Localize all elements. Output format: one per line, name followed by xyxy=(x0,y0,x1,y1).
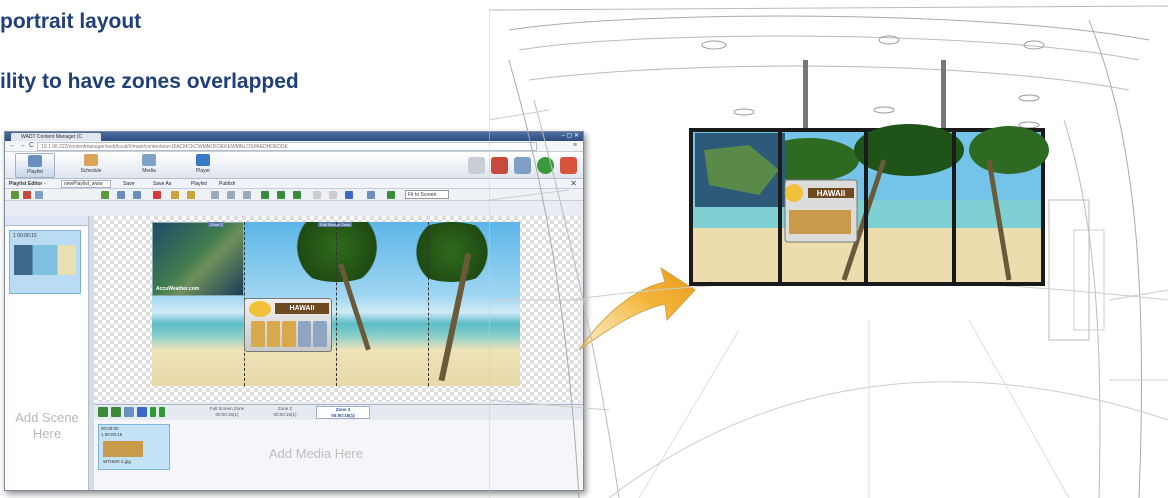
browser-tab[interactable]: WADT Content Manager (C xyxy=(11,133,101,141)
delete-zone-tool-icon[interactable] xyxy=(153,191,161,199)
undo-tool-icon[interactable] xyxy=(171,191,179,199)
scene-thumbnail xyxy=(14,245,76,275)
weather-title: HAWAII xyxy=(275,303,329,314)
heading-portrait-layout: portrait layout xyxy=(0,10,142,33)
redo-tool-icon[interactable] xyxy=(187,191,195,199)
nav-media-label: Media xyxy=(142,168,156,174)
palm-leaves xyxy=(282,222,392,282)
map-brand: AccuWeather.com xyxy=(156,286,200,292)
scene-panel-header xyxy=(5,216,88,226)
prev-zone-icon[interactable] xyxy=(150,407,156,417)
scene-item[interactable]: 1 00:00:15 xyxy=(9,230,81,294)
resolution-3-tool-icon[interactable] xyxy=(243,191,251,199)
save-as-button[interactable]: Save As xyxy=(153,179,171,189)
copy-scene-tool-icon[interactable] xyxy=(35,191,43,199)
forecast-tile xyxy=(266,321,281,347)
add-zone-tool-icon[interactable] xyxy=(101,191,109,199)
text-2-tool-icon[interactable] xyxy=(133,191,141,199)
media-time: 00:00:00 xyxy=(101,426,119,431)
next-zone-icon[interactable] xyxy=(159,407,165,417)
forecast-tile xyxy=(251,321,265,347)
add-media-placeholder[interactable]: Add Media Here xyxy=(269,446,363,461)
schedule-icon xyxy=(84,154,98,166)
zoom-tool-icon[interactable] xyxy=(367,191,375,199)
zone-tool-icons xyxy=(98,407,165,417)
sun-icon xyxy=(249,301,271,317)
media-item[interactable]: 00:00:00 1 00:00:15 WTHER-1.jpg xyxy=(98,424,170,470)
heading-zones-overlapped: ility to have zones overlapped xyxy=(0,70,299,93)
tab-full-screen-zone[interactable]: Full Screen Zone 00:00:15(1) xyxy=(200,406,254,419)
lobby-illustration: HAWAII xyxy=(489,5,1168,498)
add-scene-placeholder[interactable]: Add Scene Here xyxy=(5,410,89,442)
add-folder-icon[interactable] xyxy=(111,407,121,417)
save-button[interactable]: Save xyxy=(123,179,134,189)
zone-2-tag: Zone 2 xyxy=(208,222,225,227)
tab-zone-2[interactable]: Zone 2 00:00:15(1) xyxy=(258,406,312,419)
scene-time: 1 00:00:15 xyxy=(13,233,37,239)
playlist-name-field[interactable]: newPlaylist_www xyxy=(61,180,111,188)
media-icon xyxy=(142,154,156,166)
nav-playlist-label: Playlist xyxy=(27,169,43,175)
frame-tool-icon[interactable] xyxy=(313,191,321,199)
palm-leaves-2 xyxy=(402,222,502,282)
forecast-tile xyxy=(313,321,327,347)
scene-panel: 1 00:00:15 Add Scene Here xyxy=(5,216,89,490)
tab-time: 00:00:15(1) xyxy=(331,413,355,418)
forecast-tile xyxy=(282,321,296,347)
add-scene-tool-icon[interactable] xyxy=(11,191,19,199)
nav-playlist-button[interactable]: Playlist xyxy=(15,153,55,178)
playlist-button[interactable]: Playlist xyxy=(191,179,207,189)
tab-zone-3[interactable]: Zone 3 00:00:15(1) xyxy=(316,406,370,419)
media-filename: WTHER-1.jpg xyxy=(103,459,131,464)
zone-divider-2 xyxy=(336,222,337,386)
monitor-media-icon[interactable] xyxy=(137,407,147,417)
forecast-tiles xyxy=(251,321,327,347)
nav-schedule-label: Schedule xyxy=(80,168,102,174)
weather-map-zone[interactable]: AccuWeather.com xyxy=(152,222,244,296)
media-sub: 1 00:00:15 xyxy=(101,432,123,437)
delete-scene-tool-icon[interactable] xyxy=(23,191,31,199)
weather-widget-zone[interactable]: HAWAII xyxy=(244,298,332,352)
align-tool-icon[interactable] xyxy=(261,191,269,199)
nav-schedule-button[interactable]: Schedule xyxy=(71,153,111,178)
fit-to-screen-select[interactable]: Fit to Screen xyxy=(405,190,449,199)
resolution-2-tool-icon[interactable] xyxy=(227,191,235,199)
stage-preview[interactable]: AccuWeather.com Zone 2 Full Screen Zone … xyxy=(152,222,520,386)
page-tool-icon[interactable] xyxy=(329,191,337,199)
browser-nav-icons[interactable]: ←→C xyxy=(9,142,37,149)
nav-player-label: Player xyxy=(195,168,211,174)
resolution-1-tool-icon[interactable] xyxy=(211,191,219,199)
publish-button[interactable]: Publish xyxy=(219,179,235,189)
nav-player-button[interactable]: Player xyxy=(183,153,223,178)
fit-tool-icon[interactable] xyxy=(387,191,395,199)
playlist-editor-label: Playlist Editor - xyxy=(9,181,46,187)
add-media-icon[interactable] xyxy=(98,407,108,417)
tab-time: 00:00:15(1) xyxy=(273,412,297,417)
properties-icon[interactable] xyxy=(124,407,134,417)
wall-weather-title: HAWAII xyxy=(817,189,845,198)
player-icon xyxy=(196,154,210,166)
align-2-tool-icon[interactable] xyxy=(277,191,285,199)
settings-icon[interactable] xyxy=(468,157,485,174)
layer-tool-icon[interactable] xyxy=(345,191,353,199)
zone-divider-3 xyxy=(428,222,429,386)
url-field[interactable]: 10.1.90.222/contentmanager/web/local/#/m… xyxy=(37,142,537,151)
tab-time: 00:00:15(1) xyxy=(215,412,239,417)
forecast-tile xyxy=(297,321,312,347)
grid-tool-icon[interactable] xyxy=(293,191,301,199)
playlist-icon xyxy=(28,155,42,167)
video-wall: HAWAII xyxy=(689,124,1049,286)
nav-media-button[interactable]: Media xyxy=(129,153,169,178)
media-thumbnail xyxy=(103,441,143,457)
text-tool-icon[interactable] xyxy=(117,191,125,199)
